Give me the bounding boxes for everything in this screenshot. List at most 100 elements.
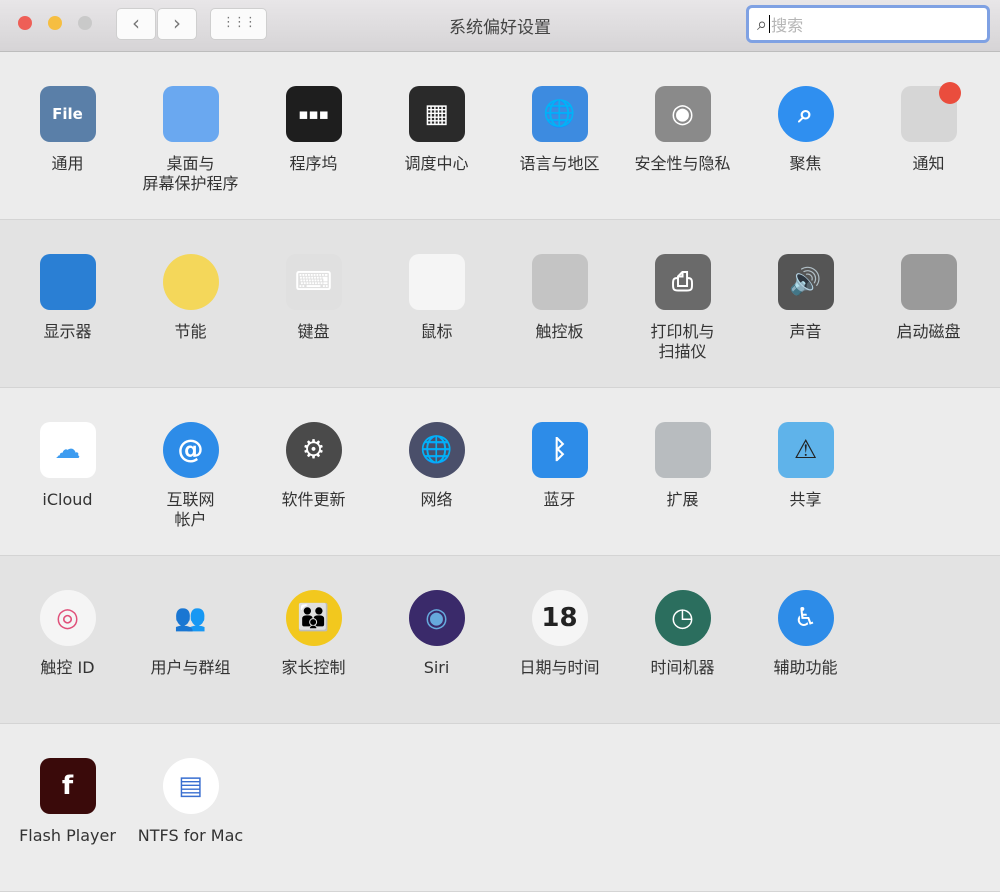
pane-label: 辅助功能 [773, 658, 838, 677]
pane-startup-disk[interactable]: 启动磁盘 [867, 254, 990, 342]
title-bar: ‹ › ⋮⋮⋮ 系统偏好设置 ⌕ 搜索 [0, 0, 1000, 52]
users-groups-icon: 👥 [174, 603, 207, 633]
pane-label: 节能 [174, 322, 207, 341]
software-update-icon: ⚙ [285, 422, 342, 478]
pane-label: 软件更新 [281, 490, 346, 509]
pane-section: f Flash Player ▤ NTFS for Mac [0, 724, 1000, 892]
printers-icon: ⎙ [654, 254, 711, 310]
pane-label: 触控板 [535, 322, 584, 341]
pane-printers[interactable]: ⎙ 打印机与 扫描仪 [621, 254, 744, 362]
sharing-icon: ⚠ [777, 422, 834, 478]
pane-label: 键盘 [297, 322, 330, 341]
pane-time-machine[interactable]: ◷ 时间机器 [621, 590, 744, 678]
pane-label: 共享 [789, 490, 822, 509]
pane-label: 聚焦 [789, 154, 822, 173]
pane-network[interactable]: 🌐 网络 [375, 422, 498, 510]
ntfs-icon: ▤ [162, 758, 219, 814]
pane-energy-saver[interactable]: 节能 [129, 254, 252, 342]
startup-disk-icon [900, 254, 957, 310]
pane-section: File 通用 桌面与 屏幕保护程序 ▪▪▪ 程序坞 ▦ 调度中心 🌐 语言与地区 ◉ 安全性与隐私… [0, 52, 1000, 220]
extensions-icon [654, 422, 711, 478]
trackpad-icon [531, 254, 588, 310]
language-region-icon: 🌐 [531, 86, 588, 142]
pane-label: 扩展 [666, 490, 699, 509]
pane-label: 通知 [912, 154, 945, 173]
pane-trackpad[interactable]: 触控板 [498, 254, 621, 342]
keyboard-icon: ⌨ [285, 254, 342, 310]
bluetooth-icon: ᛒ [531, 422, 588, 478]
pane-security[interactable]: ◉ 安全性与隐私 [621, 86, 744, 174]
notification-badge [938, 82, 961, 104]
pane-displays[interactable]: 显示器 [6, 254, 129, 342]
pane-mission-control[interactable]: ▦ 调度中心 [375, 86, 498, 174]
pane-label: 鼠标 [420, 322, 453, 341]
pane-notifications[interactable]: 通知 [867, 82, 990, 174]
pane-label: 互联网 帐户 [166, 490, 215, 529]
displays-icon [39, 254, 96, 310]
pane-mouse[interactable]: 鼠标 [375, 254, 498, 342]
time-machine-icon: ◷ [654, 590, 711, 646]
pane-internet-accounts[interactable]: @ 互联网 帐户 [129, 422, 252, 530]
pane-section: ☁ iCloud @ 互联网 帐户 ⚙ 软件更新 🌐 网络 ᛒ 蓝牙 扩展 ⚠ 共享 [0, 388, 1000, 556]
pane-users-groups[interactable]: 👥 用户与群组 [129, 590, 252, 678]
pane-label: Siri [423, 658, 450, 677]
pane-keyboard[interactable]: ⌨ 键盘 [252, 254, 375, 342]
pane-label: 日期与时间 [519, 658, 600, 677]
preference-panes: File 通用 桌面与 屏幕保护程序 ▪▪▪ 程序坞 ▦ 调度中心 🌐 语言与地区 ◉ 安全性与隐私… [0, 52, 1000, 892]
pane-spotlight[interactable]: ⌕ 聚焦 [744, 86, 867, 174]
pane-extensions[interactable]: 扩展 [621, 422, 744, 510]
mouse-icon [408, 254, 465, 310]
search-placeholder: 搜索 [771, 16, 804, 35]
general-icon: File [39, 86, 96, 142]
pane-software-update[interactable]: ⚙ 软件更新 [252, 422, 375, 510]
pane-sound[interactable]: 🔊 声音 [744, 254, 867, 342]
pane-bluetooth[interactable]: ᛒ 蓝牙 [498, 422, 621, 510]
pane-accessibility[interactable]: ♿ 辅助功能 [744, 590, 867, 678]
desktop-icon [162, 86, 219, 142]
pane-label: 启动磁盘 [896, 322, 961, 341]
pane-label: 打印机与 扫描仪 [650, 322, 715, 361]
pane-label: 通用 [51, 154, 84, 173]
pane-sharing[interactable]: ⚠ 共享 [744, 422, 867, 510]
pane-icloud[interactable]: ☁ iCloud [6, 422, 129, 510]
pane-dock[interactable]: ▪▪▪ 程序坞 [252, 86, 375, 174]
pane-general[interactable]: File 通用 [6, 86, 129, 174]
pane-touch-id[interactable]: ◎ 触控 ID [6, 590, 129, 678]
siri-icon: ◉ [408, 590, 465, 646]
pane-label: 显示器 [43, 322, 92, 341]
pane-label: 声音 [789, 322, 822, 341]
pane-label: Flash Player [19, 826, 116, 845]
pane-label: iCloud [42, 490, 93, 509]
pane-label: 家长控制 [281, 658, 346, 677]
parental-controls-icon: 👪 [285, 590, 342, 646]
accessibility-icon: ♿ [777, 590, 834, 646]
pane-language-region[interactable]: 🌐 语言与地区 [498, 86, 621, 174]
pane-label: 网络 [420, 490, 453, 509]
pane-label: 触控 ID [40, 658, 95, 677]
notifications-icon [900, 82, 961, 142]
pane-ntfs[interactable]: ▤ NTFS for Mac [129, 758, 252, 846]
internet-accounts-icon: @ [162, 422, 219, 478]
pane-label: NTFS for Mac [137, 826, 244, 845]
energy-saver-icon [162, 254, 219, 310]
pane-section: ◎ 触控 ID 👥 用户与群组 👪 家长控制 ◉ Siri 18 日期与时间 ◷ 时间机器 ♿ 辅助功能 [0, 556, 1000, 724]
icloud-icon: ☁ [39, 422, 96, 478]
pane-label: 调度中心 [404, 154, 469, 173]
text-cursor [769, 15, 771, 33]
pane-flash-player[interactable]: f Flash Player [6, 758, 129, 846]
pane-desktop[interactable]: 桌面与 屏幕保护程序 [129, 86, 252, 194]
pane-siri[interactable]: ◉ Siri [375, 590, 498, 678]
pane-label: 用户与群组 [150, 658, 231, 677]
pane-label: 程序坞 [289, 154, 338, 173]
pane-label: 蓝牙 [543, 490, 576, 509]
pane-date-time[interactable]: 18 日期与时间 [498, 590, 621, 678]
flash-player-icon: f [39, 758, 96, 814]
date-time-icon: 18 [531, 590, 588, 646]
search-input[interactable]: ⌕ 搜索 [746, 5, 990, 43]
security-icon: ◉ [654, 86, 711, 142]
pane-label: 时间机器 [650, 658, 715, 677]
mission-control-icon: ▦ [408, 86, 465, 142]
pane-label: 安全性与隐私 [634, 154, 731, 173]
spotlight-icon: ⌕ [777, 86, 834, 142]
pane-parental-controls[interactable]: 👪 家长控制 [252, 590, 375, 678]
